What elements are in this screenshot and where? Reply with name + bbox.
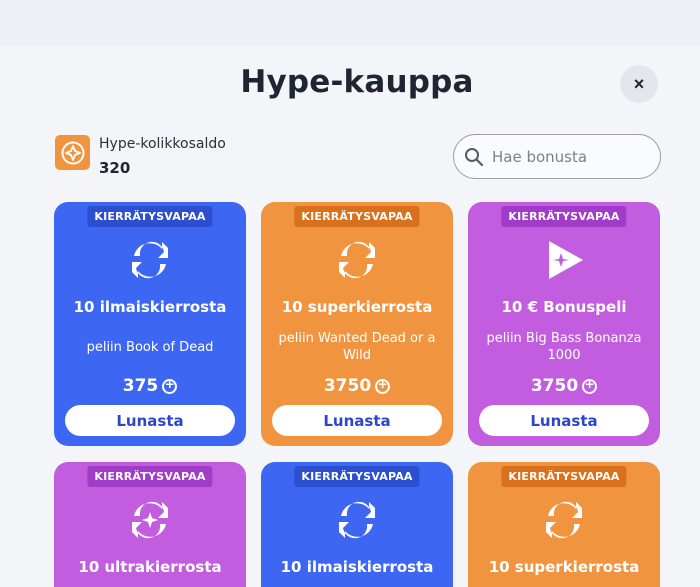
bonus-price: 375	[54, 376, 246, 396]
coin-icon	[582, 377, 598, 394]
bonus-game: peliin Big Bass Bonanza 1000	[486, 331, 642, 363]
hype-shop-modal: Hype-kauppa × Hype-kolikkosaldo 320 KIER…	[0, 46, 700, 587]
bonus-card: KIERRÄTYSVAPAA 10 ultrakierrosta	[54, 462, 246, 587]
bonus-name: 10 ultrakierrosta	[78, 558, 222, 576]
claim-button[interactable]: Lunasta	[65, 405, 235, 436]
price-value: 375	[122, 376, 159, 396]
search-input[interactable]	[492, 147, 652, 166]
spins-star-icon	[132, 501, 168, 539]
bonus-card: KIERRÄTYSVAPAA 10 ilmaiskierrosta	[261, 462, 453, 587]
bonus-name: 10 € Bonuspeli	[501, 298, 627, 316]
price-value: 3750	[323, 376, 372, 396]
bonus-card: KIERRÄTYSVAPAA 10 ilmaiskierrosta peliin…	[54, 202, 246, 446]
wager-free-badge: KIERRÄTYSVAPAA	[87, 466, 213, 487]
bonus-name: 10 superkierrosta	[281, 298, 433, 316]
balance-value: 320	[99, 159, 131, 177]
claim-button[interactable]: Lunasta	[479, 405, 649, 436]
bonus-name: 10 superkierrosta	[488, 558, 640, 576]
spins-icon	[339, 241, 375, 279]
spins-icon	[546, 501, 582, 539]
spins-icon	[339, 501, 375, 539]
bonus-card: KIERRÄTYSVAPAA 10 superkierrosta peliin …	[261, 202, 453, 446]
wager-free-badge: KIERRÄTYSVAPAA	[294, 206, 420, 227]
bonus-price: 3750	[261, 376, 453, 396]
bonus-game: peliin Book of Dead	[86, 339, 214, 355]
wager-free-badge: KIERRÄTYSVAPAA	[501, 466, 627, 487]
close-button[interactable]: ×	[620, 65, 658, 103]
claim-button[interactable]: Lunasta	[272, 405, 442, 436]
price-value: 3750	[530, 376, 579, 396]
bonus-card: KIERRÄTYSVAPAA 10 € Bonuspeli peliin Big…	[468, 202, 660, 446]
coin-icon	[55, 135, 90, 170]
coin-icon	[375, 377, 391, 394]
spins-icon	[132, 241, 168, 279]
bonus-name: 10 ilmaiskierrosta	[280, 558, 434, 576]
search-box[interactable]	[453, 134, 661, 179]
page-header-strip	[0, 0, 700, 46]
bonus-name: 10 ilmaiskierrosta	[73, 298, 227, 316]
bonus-price: 3750	[468, 376, 660, 396]
modal-title: Hype-kauppa	[240, 64, 474, 100]
bonus-card: KIERRÄTYSVAPAA 10 superkierrosta	[468, 462, 660, 587]
wager-free-badge: KIERRÄTYSVAPAA	[87, 206, 213, 227]
search-icon	[465, 147, 484, 166]
coin-icon	[162, 377, 178, 394]
bonus-game: peliin Wanted Dead or a Wild	[278, 331, 436, 363]
balance-label: Hype-kolikkosaldo	[99, 136, 226, 152]
wager-free-badge: KIERRÄTYSVAPAA	[294, 466, 420, 487]
bonus-game-icon	[549, 241, 583, 279]
wager-free-badge: KIERRÄTYSVAPAA	[501, 206, 627, 227]
